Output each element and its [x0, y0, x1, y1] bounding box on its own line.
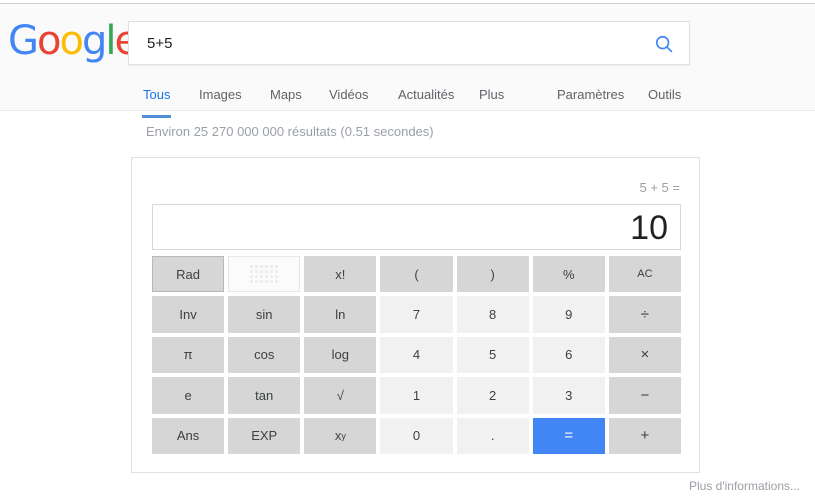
calculator-display[interactable]: 10: [152, 204, 681, 250]
key-inverse[interactable]: Inv: [152, 296, 225, 333]
logo-letter-2: o: [59, 18, 84, 64]
key-e[interactable]: e: [152, 377, 225, 414]
key-decimal[interactable]: .: [456, 417, 529, 454]
key-all-clear[interactable]: AC: [608, 256, 681, 293]
tab-images[interactable]: Images: [199, 87, 242, 111]
calculator-result: 10: [630, 209, 668, 247]
result-stats: Environ 25 270 000 000 résultats (0.51 s…: [146, 124, 434, 139]
key-3[interactable]: 3: [532, 377, 605, 414]
key-6[interactable]: 6: [532, 336, 605, 374]
calculator-card: 5 + 5 = 10 Rad x!()% AC Inv sin ln 7 8 9 ÷ π cos log…: [131, 157, 700, 473]
key-divide[interactable]: ÷: [608, 296, 681, 333]
tab-tous[interactable]: Tous: [141, 87, 172, 118]
google-logo[interactable]: Google: [8, 18, 139, 64]
key-7[interactable]: 7: [380, 296, 453, 333]
key-sin[interactable]: sin: [228, 296, 301, 333]
logo-letter-4: l: [105, 18, 116, 64]
key-rad[interactable]: Rad: [152, 256, 225, 293]
key-pi[interactable]: π: [152, 336, 225, 374]
calculator-expression: 5 + 5 =: [639, 180, 680, 195]
tab-videos[interactable]: Vidéos: [329, 87, 369, 111]
logo-letter-3: g: [81, 18, 107, 64]
key-factorial[interactable]: x!: [304, 256, 377, 293]
search-icon[interactable]: [653, 33, 675, 55]
key-0[interactable]: 0: [380, 417, 453, 454]
logo-letter-1: o: [37, 18, 62, 64]
key-power[interactable]: xy: [304, 417, 377, 454]
page-header: Google Tous Images Maps Vidéos Actualités Plu…: [0, 4, 815, 118]
search-nav-tabs: Tous Images Maps Vidéos Actualités Plus Paramè…: [0, 80, 815, 118]
key-8[interactable]: 8: [456, 296, 529, 333]
search-box[interactable]: [128, 21, 690, 65]
tab-parametres[interactable]: Paramètres: [557, 87, 624, 111]
key-log[interactable]: log: [304, 336, 377, 374]
key-keyboard[interactable]: [228, 256, 301, 293]
key-9[interactable]: 9: [532, 296, 605, 333]
keyboard-icon: [250, 265, 279, 284]
key-ln[interactable]: ln: [304, 296, 377, 333]
key-exponent[interactable]: EXP: [228, 417, 301, 454]
key-4[interactable]: 4: [380, 336, 453, 374]
key-cos[interactable]: cos: [228, 336, 301, 374]
key-5[interactable]: 5: [456, 336, 529, 374]
more-info-link[interactable]: Plus d'informations...: [689, 479, 800, 493]
tab-outils[interactable]: Outils: [648, 87, 681, 111]
key-answer[interactable]: Ans: [152, 417, 225, 454]
key-2[interactable]: 2: [456, 377, 529, 414]
key-subtract[interactable]: −: [608, 377, 681, 414]
search-input[interactable]: [145, 22, 635, 64]
tab-maps[interactable]: Maps: [270, 87, 302, 111]
key-multiply[interactable]: ×: [608, 336, 681, 374]
logo-letter-0: G: [8, 18, 39, 64]
key-1[interactable]: 1: [380, 377, 453, 414]
key-paren-close[interactable]: ): [456, 256, 529, 293]
key-equals[interactable]: =: [532, 417, 605, 454]
key-tan[interactable]: tan: [228, 377, 301, 414]
key-sqrt[interactable]: √: [304, 377, 377, 414]
tab-actualites[interactable]: Actualités: [398, 87, 454, 111]
calculator-keypad: Rad x!()% AC Inv sin ln 7 8 9 ÷ π cos log 4 5 6 × e tan √ 1 2…: [152, 256, 681, 454]
key-add[interactable]: +: [608, 417, 681, 454]
search-results-page: Google TousImagesMapsVidéosActualitésPlu…: [0, 0, 815, 501]
key-paren-open[interactable]: (: [380, 256, 453, 293]
key-percent[interactable]: %: [532, 256, 605, 293]
tab-plus[interactable]: Plus: [479, 87, 504, 111]
